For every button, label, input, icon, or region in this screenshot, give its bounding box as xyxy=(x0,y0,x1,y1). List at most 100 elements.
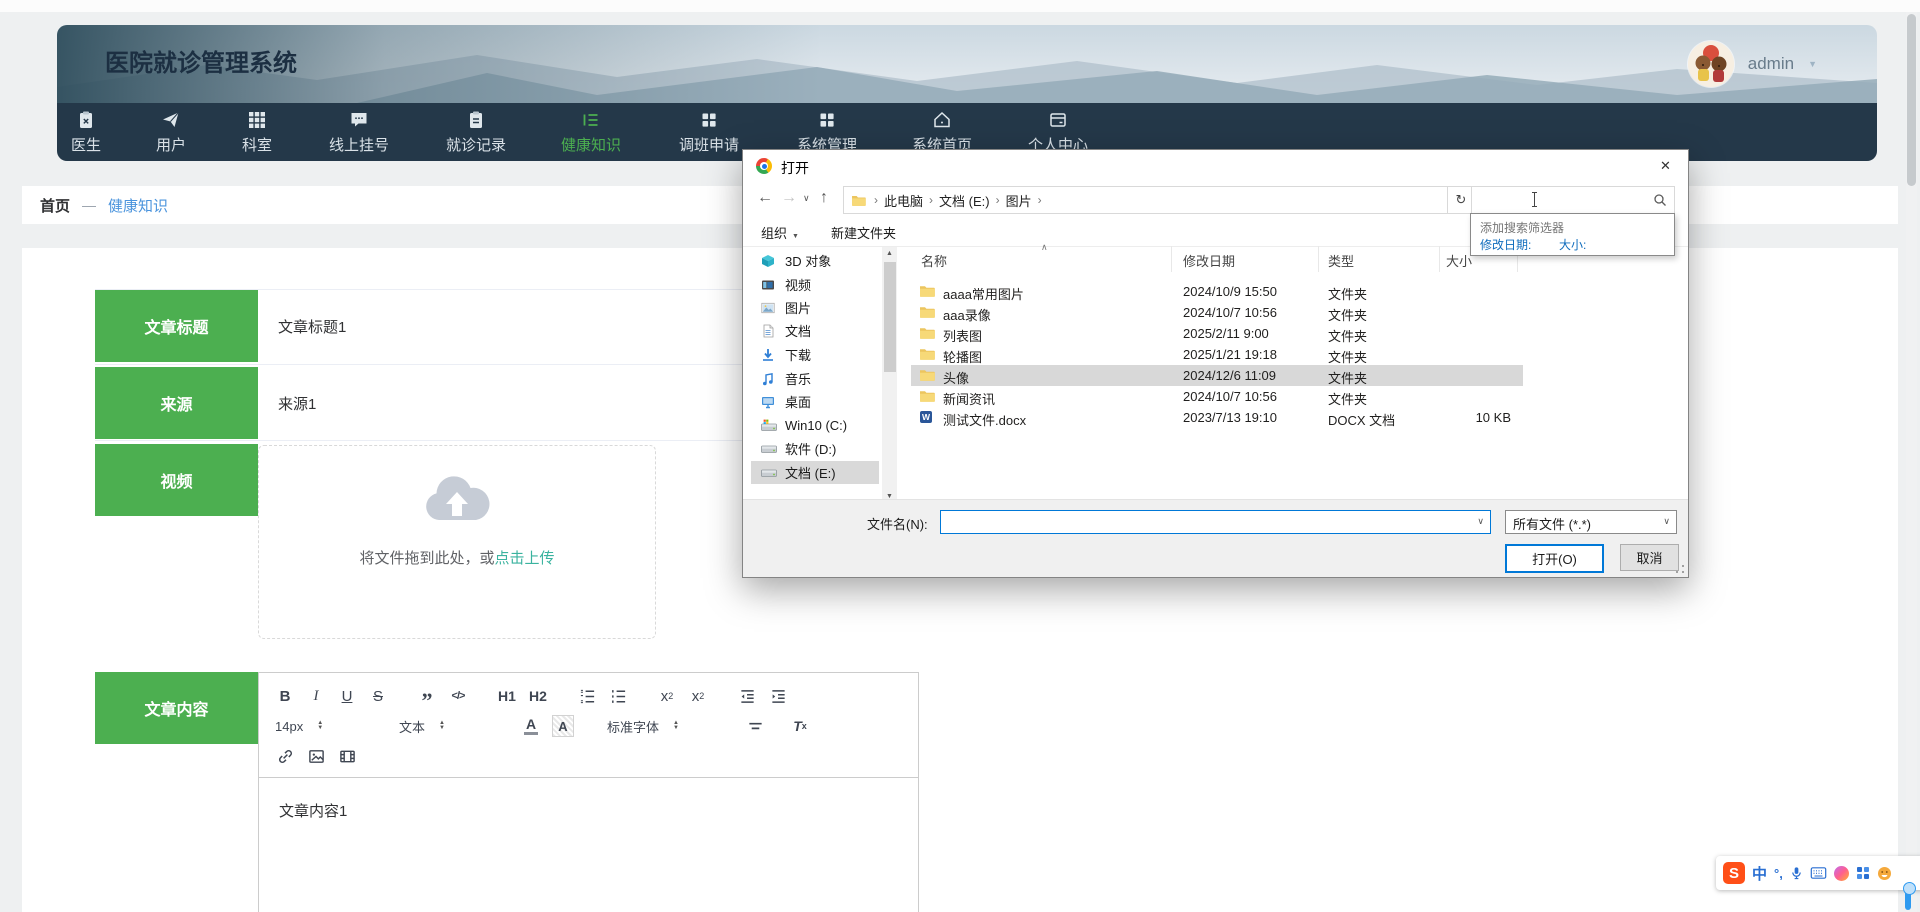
heading1-button[interactable]: H1 xyxy=(497,685,517,707)
nav-item-department[interactable]: 科室 xyxy=(202,109,312,157)
sidebar-item-documents[interactable]: 文档 xyxy=(751,319,879,342)
paragraph-style-select[interactable]: 文本▲▼ xyxy=(399,717,485,736)
cancel-button[interactable]: 取消 xyxy=(1620,544,1679,571)
scrollbar-thumb[interactable] xyxy=(884,262,896,372)
column-name[interactable]: 名称 xyxy=(921,251,947,270)
underline-button[interactable]: U xyxy=(337,685,357,707)
search-input[interactable] xyxy=(1471,186,1675,214)
superscript-button[interactable]: x2 xyxy=(688,685,708,707)
filename-input[interactable]: ∨ xyxy=(940,510,1491,534)
dialog-title: 打开 xyxy=(781,158,809,178)
documents-icon xyxy=(761,324,777,338)
file-row[interactable]: W 测试文件.docx2023/7/13 19:10DOCX 文档10 KB xyxy=(911,407,1523,428)
new-folder-button[interactable]: 新建文件夹 xyxy=(831,223,896,242)
file-open-dialog: 打开 ✕ ← → ∨ ↑ › 此电脑 › 文档 (E:) › 图片 › ∨ ↻ xyxy=(742,149,1689,578)
file-row[interactable]: 列表图2025/2/11 9:00文件夹 xyxy=(911,323,1523,344)
sidebar-item-videos[interactable]: 视频 xyxy=(751,273,879,296)
forward-icon[interactable]: → xyxy=(781,189,797,207)
ordered-list-button[interactable] xyxy=(577,685,597,707)
history-chevron-icon[interactable]: ∨ xyxy=(803,193,810,204)
video-upload-dropzone[interactable]: 将文件拖到此处，或点击上传 xyxy=(258,445,656,639)
user-menu[interactable]: admin ▼ xyxy=(1688,34,1817,94)
column-size[interactable]: 大小 xyxy=(1446,251,1472,270)
resize-grip[interactable] xyxy=(1675,564,1685,574)
keyboard-icon[interactable] xyxy=(1810,867,1827,879)
ime-emoji-icon[interactable] xyxy=(1877,866,1892,881)
font-family-select[interactable]: 标准字体▲▼ xyxy=(607,717,717,736)
heading2-button[interactable]: H2 xyxy=(528,685,548,707)
blockquote-button[interactable]: ” xyxy=(417,680,437,712)
open-button[interactable]: 打开(O) xyxy=(1505,544,1604,573)
sidebar-item-drive-e[interactable]: 文档 (E:) xyxy=(751,461,879,484)
source-input[interactable]: 来源1 xyxy=(278,393,316,414)
column-date[interactable]: 修改日期 xyxy=(1183,251,1235,270)
link-button[interactable] xyxy=(275,745,295,767)
microphone-icon[interactable] xyxy=(1790,866,1803,880)
ime-punctuation-toggle[interactable]: °, xyxy=(1774,866,1783,881)
align-button[interactable] xyxy=(745,715,765,737)
capture-widget[interactable] xyxy=(1901,882,1914,910)
outdent-button[interactable] xyxy=(737,685,757,707)
crumb-drive-e[interactable]: 文档 (E:) xyxy=(935,191,994,210)
page-scrollbar[interactable] xyxy=(1906,12,1917,912)
crumb-pictures[interactable]: 图片 xyxy=(1002,191,1036,210)
sidebar-item-pictures[interactable]: 图片 xyxy=(751,296,879,319)
text-color-button[interactable]: A xyxy=(521,715,541,737)
sidebar-item-drive-d[interactable]: 软件 (D:) xyxy=(751,437,879,460)
ime-toolbox-icon[interactable] xyxy=(1856,866,1870,880)
file-row-selected[interactable]: 头像2024/12/6 11:09文件夹 xyxy=(911,365,1523,386)
filename-dropdown-icon[interactable]: ∨ xyxy=(1477,516,1484,527)
nav-item-health-knowledge[interactable]: 健康知识 xyxy=(536,109,646,157)
dialog-navbar: ← → ∨ ↑ › 此电脑 › 文档 (E:) › 图片 › ∨ ↻ xyxy=(743,182,1688,216)
italic-button[interactable]: I xyxy=(306,685,326,707)
dialog-titlebar[interactable]: 打开 ✕ xyxy=(743,150,1688,182)
bullet-list-button[interactable] xyxy=(608,685,628,707)
filter-size-link[interactable]: 大小: xyxy=(1559,236,1586,253)
up-icon[interactable]: ↑ xyxy=(820,189,828,207)
file-row[interactable]: 轮播图2025/1/21 19:18文件夹 xyxy=(911,344,1523,365)
search-filter-popup: 添加搜索筛选器 修改日期: 大小: xyxy=(1470,213,1675,256)
nav-item-online-registration[interactable]: 线上挂号 xyxy=(304,109,414,157)
filetype-select[interactable]: 所有文件 (*.*) ∨ xyxy=(1505,510,1677,534)
back-icon[interactable]: ← xyxy=(757,189,773,207)
highlight-color-button[interactable]: A xyxy=(552,715,574,737)
sidebar-item-downloads[interactable]: 下载 xyxy=(751,343,879,366)
file-row[interactable]: aaa录像2024/10/7 10:56文件夹 xyxy=(911,302,1523,323)
column-type[interactable]: 类型 xyxy=(1328,251,1354,270)
nav-item-visit-records[interactable]: 就诊记录 xyxy=(421,109,531,157)
article-title-input[interactable]: 文章标题1 xyxy=(278,316,346,337)
font-size-select[interactable]: 14px▲▼ xyxy=(275,719,361,734)
breadcrumb-home[interactable]: 首页 xyxy=(40,195,70,216)
insert-image-button[interactable] xyxy=(306,745,326,767)
sogou-logo-icon[interactable]: S xyxy=(1723,862,1745,884)
ime-mode-toggle[interactable]: 中 xyxy=(1752,863,1767,884)
address-bar[interactable]: › 此电脑 › 文档 (E:) › 图片 › ∨ xyxy=(843,186,1471,214)
code-block-button[interactable]: </> xyxy=(448,685,468,707)
clear-format-button[interactable]: Tx xyxy=(790,715,810,737)
upload-click-link[interactable]: 点击上传 xyxy=(495,550,555,567)
ime-skin-icon[interactable] xyxy=(1834,866,1849,881)
strikethrough-button[interactable]: S xyxy=(368,685,388,707)
sidebar-item-3d-objects[interactable]: 3D 对象 xyxy=(751,249,879,272)
subscript-button[interactable]: x2 xyxy=(657,685,677,707)
sidebar-item-drive-c[interactable]: Win10 (C:) xyxy=(751,414,879,437)
file-row[interactable]: 新闻资讯2024/10/7 10:56文件夹 xyxy=(911,386,1523,407)
close-icon[interactable]: ✕ xyxy=(1643,150,1688,181)
scroll-up-icon[interactable]: ▲ xyxy=(882,247,897,260)
user-dropdown-caret-icon[interactable]: ▼ xyxy=(1808,59,1817,69)
sidebar-scrollbar[interactable]: ▲ ▼ xyxy=(882,247,897,503)
insert-video-button[interactable] xyxy=(337,745,357,767)
organize-button[interactable]: 组织▼ xyxy=(761,223,799,242)
sidebar-item-music[interactable]: 音乐 xyxy=(751,367,879,390)
bold-button[interactable]: B xyxy=(275,685,295,707)
sidebar-item-desktop[interactable]: 桌面 xyxy=(751,390,879,413)
filter-date-link[interactable]: 修改日期: xyxy=(1480,236,1531,253)
file-row[interactable]: aaaa常用图片2024/10/9 15:50文件夹 xyxy=(911,281,1523,302)
clipboard-x-icon xyxy=(76,109,96,131)
indent-button[interactable] xyxy=(768,685,788,707)
page-scrollbar-thumb[interactable] xyxy=(1907,14,1916,186)
crumb-this-pc[interactable]: 此电脑 xyxy=(880,191,927,210)
editor-content[interactable]: 文章内容1 xyxy=(259,778,918,843)
breadcrumb-current[interactable]: 健康知识 xyxy=(108,195,168,216)
avatar[interactable] xyxy=(1688,41,1734,87)
